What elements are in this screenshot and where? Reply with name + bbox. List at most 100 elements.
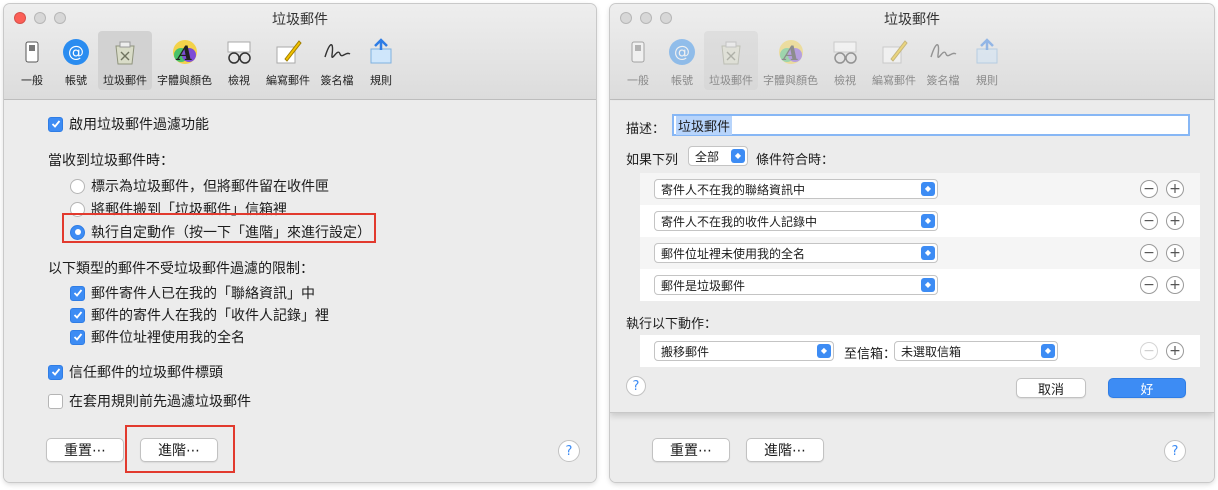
window-title: 垃圾郵件 (884, 12, 940, 28)
titlebar: 垃圾郵件 一般 @ 帳號 垃圾郵件 A 字體與顏色 檢視 編寫郵件 簽名檔 規則 (610, 4, 1214, 100)
tab-accounts[interactable]: @ 帳號 (54, 31, 98, 90)
enable-filter-checkbox[interactable] (48, 116, 63, 132)
preferences-toolbar: 一般 @ 帳號 垃圾郵件 A 字體與顏色 檢視 編寫郵件 簽名檔 規則 (10, 31, 403, 90)
svg-text:A: A (781, 41, 799, 65)
to-mailbox-label: 至信箱： (844, 347, 897, 362)
condition-select[interactable]: 郵件位址裡未使用我的全名 ◆ (654, 243, 938, 263)
exempt-full-name-checkbox[interactable] (70, 329, 85, 345)
add-action-button[interactable]: + (1166, 342, 1184, 360)
tab-general[interactable]: 一般 (616, 31, 660, 90)
chevron-up-down-icon: ◆ (921, 214, 935, 228)
chevron-up-down-icon: ◆ (731, 149, 745, 163)
remove-action-button[interactable]: − (1140, 342, 1158, 360)
mailbox-select[interactable]: 未選取信箱 ◆ (894, 341, 1058, 361)
add-condition-button[interactable]: + (1166, 180, 1184, 198)
exempt-contacts-option[interactable]: 郵件寄件人已在我的「聯絡資訊」中 (70, 283, 315, 303)
condition-row: 郵件是垃圾郵件 ◆ − + (640, 269, 1200, 301)
condition-select[interactable]: 寄件人不在我的收件人記錄中 ◆ (654, 211, 938, 231)
condition-select[interactable]: 寄件人不在我的聯絡資訊中 ◆ (654, 179, 938, 199)
exempt-previous-recipients-option[interactable]: 郵件的寄件人在我的「收件人記錄」裡 (70, 305, 329, 325)
trust-headers-checkbox[interactable] (48, 364, 63, 380)
description-label: 描述： (626, 122, 666, 137)
chevron-up-down-icon: ◆ (921, 182, 935, 196)
filter-before-rules-option[interactable]: 在套用規則前先過濾垃圾郵件 (48, 391, 251, 411)
rules-icon (970, 35, 1004, 69)
action-row: 搬移郵件 ◆ 至信箱： 未選取信箱 ◆ − + (640, 335, 1200, 367)
tab-fonts-colors[interactable]: A 字體與顏色 (152, 31, 217, 90)
action-select[interactable]: 搬移郵件 ◆ (654, 341, 834, 361)
add-condition-button[interactable]: + (1166, 276, 1184, 294)
tab-junk-mail[interactable]: 垃圾郵件 (98, 31, 152, 90)
advanced-button[interactable]: 進階⋯ (746, 438, 824, 462)
font-color-icon: A (168, 35, 202, 69)
junk-mail-panel: 啟用垃圾郵件過濾功能 當收到垃圾郵件時： 標示為垃圾郵件，但將郵件留在收件匣 將… (4, 101, 596, 482)
junk-mail-rule-sheet-window: 垃圾郵件 一般 @ 帳號 垃圾郵件 A 字體與顏色 檢視 編寫郵件 簽名檔 規則… (610, 4, 1214, 482)
actions-label: 執行以下動作： (626, 317, 718, 332)
reset-button[interactable]: 重置⋯ (46, 438, 124, 462)
remove-condition-button[interactable]: − (1140, 180, 1158, 198)
exempt-recipients-checkbox[interactable] (70, 307, 85, 323)
conditions-label: 條件符合時： (756, 153, 835, 168)
cancel-button[interactable]: 取消 (1016, 378, 1086, 398)
trust-headers-option[interactable]: 信任郵件的垃圾郵件標頭 (48, 362, 223, 382)
chevron-up-down-icon: ◆ (817, 344, 831, 358)
remove-condition-button[interactable]: − (1140, 244, 1158, 262)
tab-composing[interactable]: 編寫郵件 (867, 31, 921, 90)
chevron-up-down-icon: ◆ (921, 246, 935, 260)
junk-mail-trash-icon (714, 35, 748, 69)
tab-junk-mail[interactable]: 垃圾郵件 (704, 31, 758, 90)
condition-row: 郵件位址裡未使用我的全名 ◆ − + (640, 237, 1200, 269)
tab-general[interactable]: 一般 (10, 31, 54, 90)
rule-editor-sheet: 描述： 垃圾郵件 如果下列 全部 ◆ 條件符合時： 寄件人不在我的聯絡資訊中 ◆… (610, 101, 1214, 413)
junk-mail-preferences-window: 垃圾郵件 一般 @ 帳號 垃圾郵件 A 字體與顏色 檢視 編寫郵件 簽名檔 規則… (4, 4, 596, 482)
ok-button[interactable]: 好 (1108, 378, 1186, 398)
rules-icon (364, 35, 398, 69)
svg-text:@: @ (674, 42, 690, 61)
tab-signatures[interactable]: 簽名檔 (921, 31, 965, 90)
description-input[interactable]: 垃圾郵件 (672, 114, 1190, 136)
signature-icon (320, 35, 354, 69)
condition-select[interactable]: 郵件是垃圾郵件 ◆ (654, 275, 938, 295)
pencil-icon (877, 35, 911, 69)
remove-condition-button[interactable]: − (1140, 212, 1158, 230)
match-select[interactable]: 全部 ◆ (688, 146, 748, 166)
tab-fonts-colors[interactable]: A 字體與顏色 (758, 31, 823, 90)
radio-button[interactable] (70, 178, 85, 194)
radio-mark-leave-inbox[interactable]: 標示為垃圾郵件，但將郵件留在收件匣 (70, 176, 329, 196)
sheet-help-button[interactable]: ? (626, 376, 646, 396)
reset-button[interactable]: 重置⋯ (652, 438, 730, 462)
filter-before-rules-checkbox[interactable] (48, 393, 63, 409)
tab-rules[interactable]: 規則 (359, 31, 403, 90)
titlebar: 垃圾郵件 一般 @ 帳號 垃圾郵件 A 字體與顏色 檢視 編寫郵件 簽名檔 規則 (4, 4, 596, 100)
preferences-toolbar: 一般 @ 帳號 垃圾郵件 A 字體與顏色 檢視 編寫郵件 簽名檔 規則 (616, 31, 1009, 90)
help-button[interactable]: ? (1164, 440, 1186, 462)
add-condition-button[interactable]: + (1166, 244, 1184, 262)
help-button[interactable]: ? (558, 440, 580, 462)
svg-text:@: @ (68, 42, 84, 61)
exempt-heading: 以下類型的郵件不受垃圾郵件過濾的限制： (48, 261, 314, 277)
tab-signatures[interactable]: 簽名檔 (315, 31, 359, 90)
remove-condition-button[interactable]: − (1140, 276, 1158, 294)
at-sign-icon: @ (665, 35, 699, 69)
glasses-icon (828, 35, 862, 69)
svg-text:A: A (175, 41, 193, 65)
switch-icon (15, 35, 49, 69)
tab-rules[interactable]: 規則 (965, 31, 1009, 90)
window-title: 垃圾郵件 (272, 12, 328, 28)
tab-accounts[interactable]: @ 帳號 (660, 31, 704, 90)
tab-viewing[interactable]: 檢視 (217, 31, 261, 90)
enable-filter-option[interactable]: 啟用垃圾郵件過濾功能 (48, 114, 209, 134)
glasses-icon (222, 35, 256, 69)
pencil-icon (271, 35, 305, 69)
exempt-full-name-option[interactable]: 郵件位址裡使用我的全名 (70, 327, 245, 347)
tab-composing[interactable]: 編寫郵件 (261, 31, 315, 90)
chevron-up-down-icon: ◆ (921, 278, 935, 292)
exempt-contacts-checkbox[interactable] (70, 285, 85, 301)
custom-action-highlight-box (62, 213, 376, 243)
condition-row: 寄件人不在我的收件人記錄中 ◆ − + (640, 205, 1200, 237)
font-color-icon: A (774, 35, 808, 69)
signature-icon (926, 35, 960, 69)
at-sign-icon: @ (59, 35, 93, 69)
add-condition-button[interactable]: + (1166, 212, 1184, 230)
tab-viewing[interactable]: 檢視 (823, 31, 867, 90)
